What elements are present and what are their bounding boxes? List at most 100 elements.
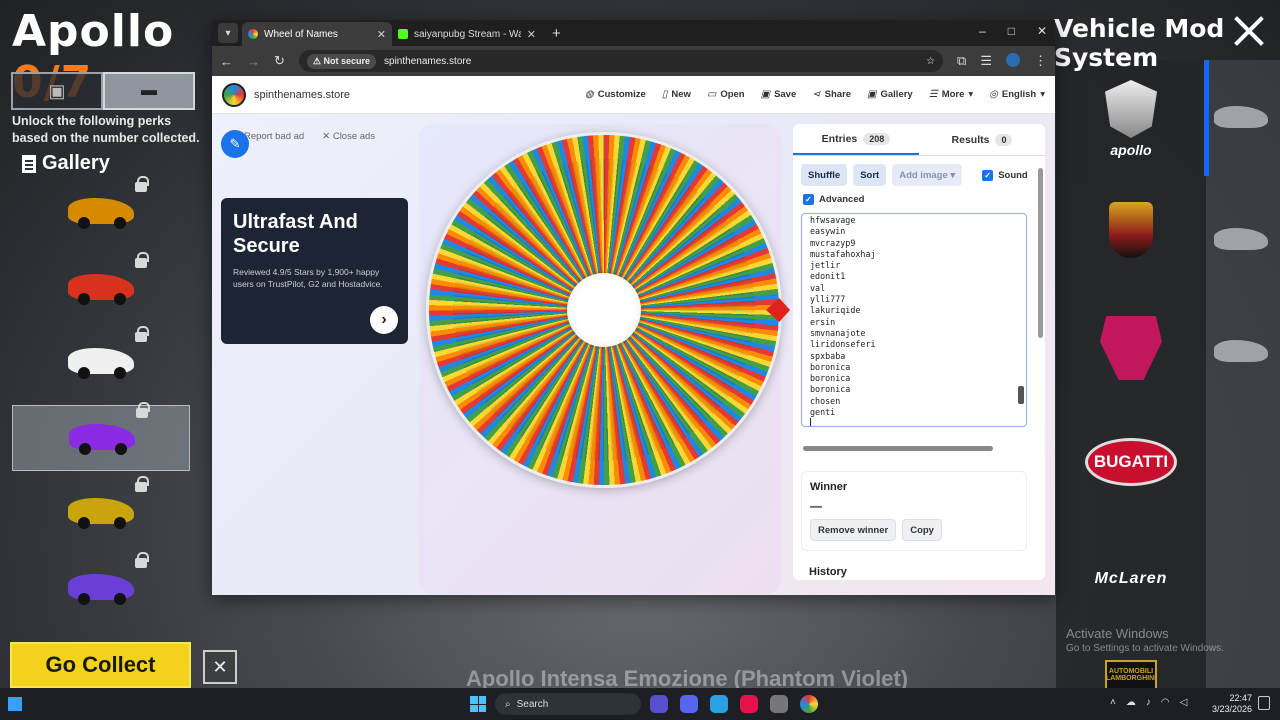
page-scrollbar[interactable] [1038,168,1043,348]
new-tab-button[interactable]: + [552,25,561,42]
advanced-checkbox[interactable]: ✓ Advanced [803,194,864,205]
horizontal-scrollbar[interactable] [803,446,993,451]
tab-search-button[interactable]: ▾ [218,23,238,43]
start-windows-icon[interactable] [470,696,486,712]
menu-more[interactable]: ☰ More ▾ [929,89,973,100]
gift-icon: ▣ [48,80,66,101]
tab-kick-stream[interactable]: saiyanpubg Stream - Watch Live ✕ [392,22,542,46]
wifi-icon[interactable]: ◠ [1161,697,1170,708]
maximize-button[interactable]: □ [1008,24,1015,38]
add-image-button[interactable]: Add image ▾ [892,164,963,186]
security-chip[interactable]: ⚠ Not secure [306,53,377,69]
game-title-name: Apollo [12,6,175,57]
tab-title: saiyanpubg Stream - Watch Live [414,28,521,40]
menu-open[interactable]: ▭ Open [707,89,745,100]
brand-porsche[interactable] [1066,202,1196,258]
entries-toolbar: Shuffle Sort Add image ▾ ✓ Sound [801,164,1028,186]
entry-line: mustafahoxhaj [810,248,876,259]
entries-scrollbar[interactable] [1018,216,1024,424]
discord-app-icon[interactable] [680,695,698,713]
more-menu-icon[interactable]: ⋮ [1034,53,1047,69]
teams-app-icon[interactable] [650,695,668,713]
scrollbar-thumb[interactable] [1038,168,1043,338]
notification-icon[interactable] [1258,696,1270,710]
taskbar-search[interactable]: ⌕ Search [495,693,641,715]
remove-winner-button[interactable]: Remove winner [810,519,897,541]
entry-line: edonit1 [810,271,846,282]
car-slot-6[interactable] [12,552,190,622]
taskbar: ⌕ Search ˄ ☁ ♪ ◠ ◁ 22:47 3/23/2026 [0,688,1280,720]
shuffle-button[interactable]: Shuffle [801,164,848,186]
close-ads-link[interactable]: ✕ Close ads [322,131,375,142]
edit-pencil-button[interactable]: ✎ [221,130,249,158]
brand-transformers[interactable] [1066,316,1196,380]
game-left-panel: Apollo 0/7 ▣ ▬ Unlock the following perk… [0,0,212,688]
menu-save[interactable]: ▣ Save [761,89,797,100]
menu-new[interactable]: ▯ New [662,89,691,100]
tab-entries[interactable]: Entries 208 [793,124,919,155]
close-window-button[interactable]: ✕ [1037,24,1047,38]
microphone-icon[interactable]: ♪ [1146,697,1151,708]
tiktok-app-icon[interactable] [740,695,758,713]
lamborghini-logo: AUTOMOBILI LAMBORGHINI [1105,660,1157,690]
menu-label: Customize [597,89,646,100]
chevron-up-icon[interactable]: ˄ [1110,697,1116,708]
brand-bugatti[interactable]: BUGATTI [1066,438,1196,486]
car-slot-2[interactable] [12,252,190,322]
name-wheel[interactable] [426,132,782,488]
site-logo-icon[interactable] [222,82,246,107]
menu-customize[interactable]: ◍ Customize [585,89,646,100]
extensions-icon[interactable]: ⧉ [957,53,966,69]
profile-avatar[interactable] [1006,53,1020,67]
sound-checkbox[interactable]: ✓ Sound [982,169,1028,181]
ad-arrow-button[interactable]: › [370,306,398,334]
back-icon[interactable]: ← [220,54,233,69]
cloud-icon[interactable]: ☁ [1126,697,1136,708]
copy-button[interactable]: Copy [902,519,942,541]
menu-language[interactable]: ◎ English ▾ [989,89,1045,100]
chevron-right-icon: › [381,311,387,328]
gift-tab[interactable]: ▣ [11,72,103,110]
entries-textarea[interactable]: hfwsavage easywin mvcrazyp9 mustafahoxha… [801,213,1027,427]
chrome-app-icon[interactable] [800,695,818,713]
menu-share[interactable]: ⋖ Share [812,89,851,100]
brand-apollo[interactable]: apollo [1066,80,1196,158]
media-icon[interactable]: ☰ [980,53,992,69]
minimize-button[interactable]: – [979,24,986,38]
close-icon[interactable] [1232,14,1266,48]
tab-wheel-of-names[interactable]: Wheel of Names ✕ [242,22,392,46]
tools-button[interactable]: ✕ [203,650,237,684]
menu-gallery[interactable]: ▣ Gallery [867,89,913,100]
mclaren-logo: McLaren [1094,570,1168,587]
scrollbar-thumb[interactable] [1018,386,1024,404]
widgets-icon[interactable] [8,697,22,711]
car-slot-1[interactable] [12,176,190,246]
forward-icon[interactable]: → [247,54,260,69]
tab-close-icon[interactable]: ✕ [377,28,386,41]
car-slot-4-selected[interactable] [12,402,190,471]
wheel-center-hub[interactable] [567,273,641,347]
car-tab[interactable]: ▬ [103,72,195,110]
report-bad-ad-link[interactable]: Report bad ad [244,131,304,142]
car-slot-3[interactable] [12,326,190,396]
brand-mclaren[interactable]: McLaren [1066,570,1196,588]
folder-icon: ▭ [706,89,717,100]
reload-icon[interactable]: ↻ [274,53,285,69]
ad-card[interactable]: Ultrafast And Secure Reviewed 4.9/5 Star… [221,198,408,344]
go-collect-button[interactable]: Go Collect [10,642,191,688]
history-heading: History [809,566,847,578]
tab-close-icon[interactable]: ✕ [527,28,536,41]
ad-title: Ultrafast And Secure [233,211,358,257]
steam-app-icon[interactable] [770,695,788,713]
site-name[interactable]: spinthenames.store [254,89,350,101]
car-slot-5[interactable] [12,476,190,546]
bookmark-star-icon[interactable]: ☆ [926,56,935,67]
sort-button[interactable]: Sort [853,164,887,186]
tab-results[interactable]: Results 0 [919,124,1045,155]
address-bar[interactable]: ⚠ Not secure spinthenames.store ☆ [298,50,944,72]
gallery-icon: ▣ [867,89,877,100]
telegram-app-icon[interactable] [710,695,728,713]
brand-lamborghini[interactable]: AUTOMOBILI LAMBORGHINI [1066,660,1196,690]
volume-icon[interactable]: ◁ [1180,697,1188,708]
clock[interactable]: 22:47 3/23/2026 [1208,693,1252,715]
